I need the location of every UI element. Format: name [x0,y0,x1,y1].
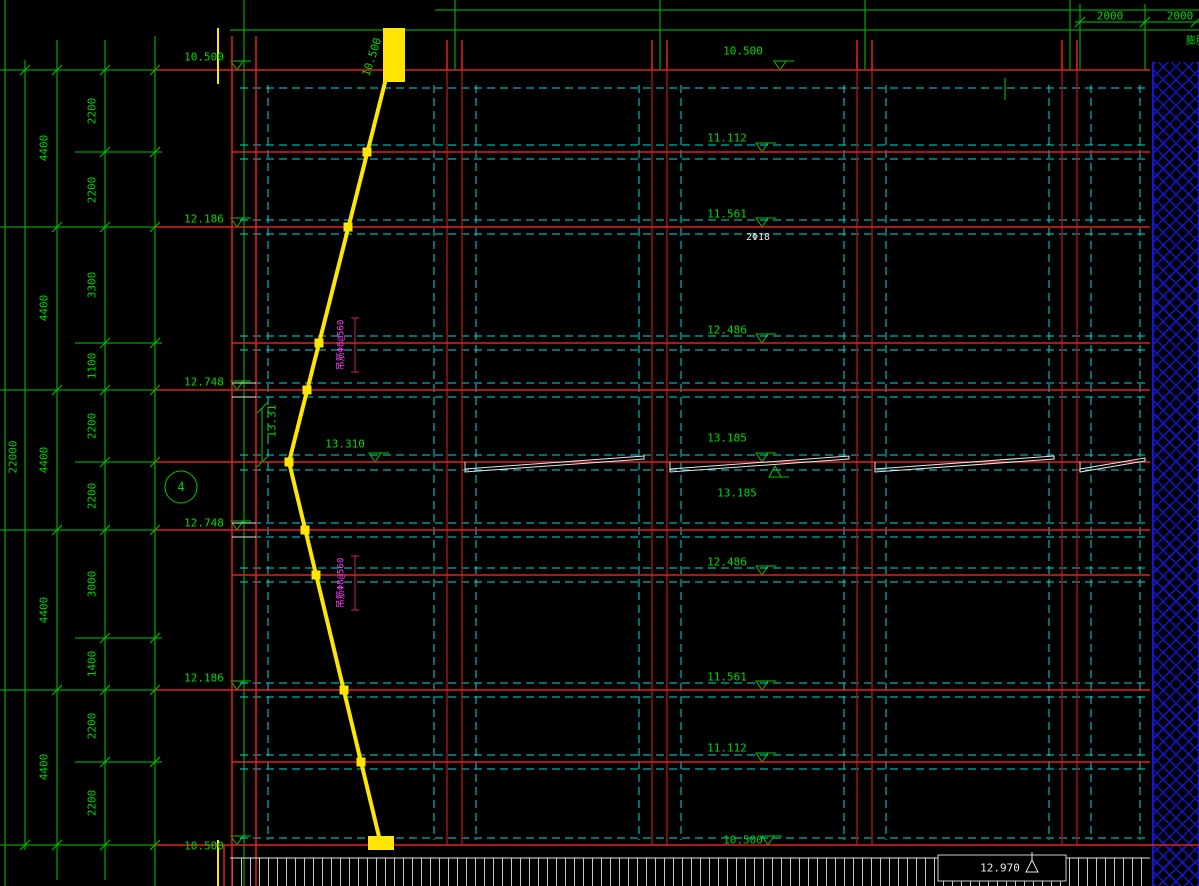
elevation-ridge-wall: 13.310 [325,437,365,451]
elevation-top-left: 10.500 [184,50,224,64]
dim-outer-left-1: 4400 [37,134,51,162]
purlin-note-bracket [351,317,359,611]
elevation-row7: 11.112 [707,741,747,755]
elevation-row2: 11.561 [707,207,747,221]
elevation-ridge-upper: 13.185 [707,431,747,445]
purlin-note-lower: 吊筋Φ8@560 [336,557,347,609]
elevation-wall-lower-a: 12.186 [184,671,224,685]
axis-bubble-label: 4 [177,480,185,494]
dim-inner-left-3: 3300 [85,271,99,299]
dim-outer-left-5: 4400 [37,753,51,781]
dim-inner-left-4: 1100 [85,352,99,380]
elevation-ridge-wall-rot: 13.31 [265,404,279,438]
dim-inner-left-10: 2200 [85,789,99,817]
elevation-row1: 11.112 [707,131,747,145]
dim-outer-left-3: 4400 [37,446,51,474]
cad-drawing-canvas: 22000 4400 4400 4400 4400 4400 2200 2200… [0,0,1199,886]
dimension-grid-lines [0,0,1199,886]
elevation-wall-upper-a: 12.186 [184,212,224,226]
elevation-bottom-left: 10.500 [184,839,224,853]
dim-inner-left-2: 2200 [85,176,99,204]
dim-inner-left-9: 2200 [85,712,99,740]
dim-overall-left: 22000 [6,440,20,474]
rebar-note: 2Φ18 [745,232,771,243]
elevation-wall-upper-b: 12.748 [184,375,224,389]
dim-inner-left-5: 2200 [85,412,99,440]
dim-top-right-1: 2000 [1096,9,1124,23]
right-edge-label: 膨胀 [1186,36,1199,47]
drawing-lines [0,0,1199,886]
elevation-wall-lower-b: 12.748 [184,516,224,530]
dim-inner-left-7: 3000 [85,570,99,598]
elevation-marker-icons [230,60,794,846]
dim-inner-left-6: 2200 [85,482,99,510]
elevation-top-mid: 10.500 [723,44,763,58]
beam-lines [155,36,1199,886]
elevation-row6: 11.561 [707,670,747,684]
purlin-note-upper: 吊筋Φ8@560 [336,319,347,371]
dim-outer-left-2: 4400 [37,294,51,322]
dim-top-right-2: 2000 [1166,9,1194,23]
elevation-row5: 12.486 [707,555,747,569]
dim-inner-left-8: 1400 [85,650,99,678]
elevation-ridge-lower: 13.185 [717,486,757,500]
dim-inner-left-1: 2200 [85,97,99,125]
elevation-deck-box: 12.970 [980,861,1020,875]
elevation-row3: 12.486 [707,323,747,337]
gable-outline [217,28,405,886]
elevation-bottom-mid: 10.500 [723,833,763,847]
dim-outer-left-4: 4400 [37,596,51,624]
beam-wedges [230,382,1150,882]
